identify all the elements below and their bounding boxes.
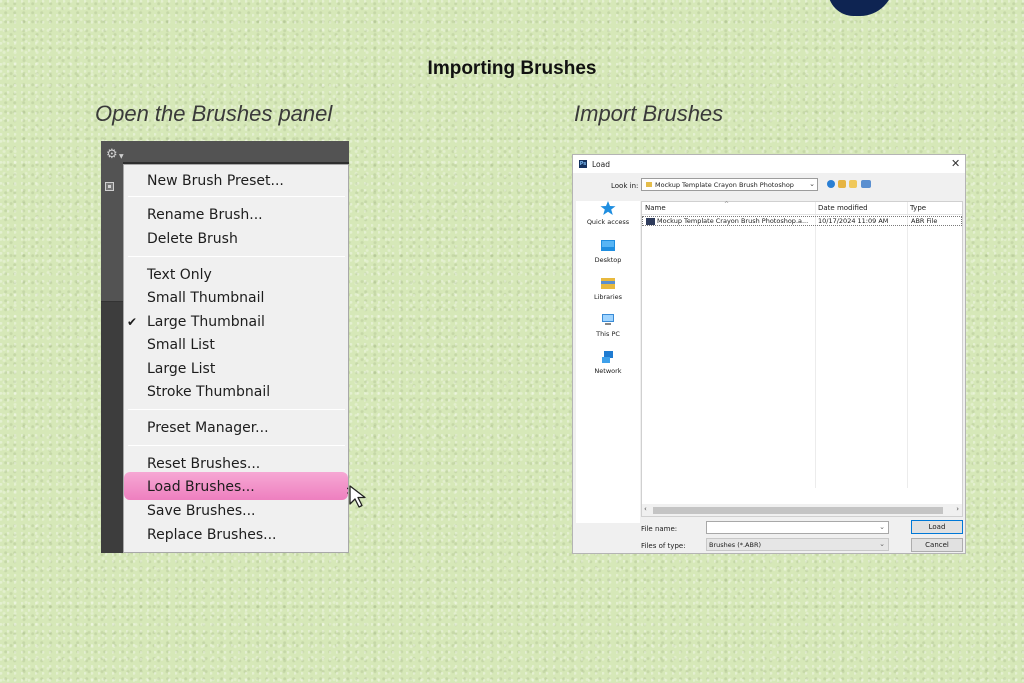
file-name-label: File name:	[641, 525, 678, 533]
column-divider	[907, 202, 908, 488]
file-date: 10/17/2024 11:09 AM	[818, 217, 889, 225]
up-folder-icon[interactable]	[838, 180, 846, 188]
cancel-button[interactable]: Cancel	[911, 538, 963, 552]
dialog-titlebar: Ps Load ✕	[573, 155, 965, 173]
menu-item-replace-brushes[interactable]: Replace Brushes...	[147, 524, 277, 546]
desktop-icon	[601, 240, 615, 251]
column-header-name[interactable]: Name	[645, 204, 666, 212]
dialog-body: Look in: Mockup Template Crayon Brush Ph…	[573, 173, 965, 553]
page-title: Importing Brushes	[427, 58, 597, 79]
column-header-type[interactable]: Type	[910, 204, 926, 212]
menu-item-reset-brushes[interactable]: Reset Brushes...	[147, 453, 260, 475]
menu-item-rename-brush[interactable]: Rename Brush...	[147, 204, 263, 226]
file-list[interactable]: ^ Name Date modified Type Mockup Templat…	[641, 201, 963, 517]
brushes-flyout-menu: New Brush Preset... Rename Brush... Dele…	[123, 164, 349, 553]
view-menu-icon[interactable]	[861, 180, 871, 188]
place-libraries[interactable]: Libraries	[576, 276, 640, 301]
look-in-label: Look in:	[611, 182, 639, 190]
step-title-open-brushes: Open the Brushes panel	[95, 101, 333, 126]
back-icon[interactable]	[827, 180, 835, 188]
sort-caret-icon: ^	[724, 201, 730, 208]
chevron-left-icon[interactable]: ‹	[644, 505, 647, 513]
chevron-down-icon: ⌄	[809, 180, 815, 188]
menu-item-text-only[interactable]: Text Only	[147, 264, 212, 286]
abr-file-icon	[646, 218, 655, 225]
files-of-type-select[interactable]: Brushes (*.ABR) ⌄	[706, 538, 889, 551]
computer-icon	[602, 314, 614, 325]
look-in-dropdown[interactable]: Mockup Template Crayon Brush Photoshop ⌄	[641, 178, 818, 191]
chevron-down-icon: ▼	[119, 153, 124, 160]
menu-separator	[128, 409, 345, 410]
horizontal-scrollbar[interactable]: ‹ ›	[642, 504, 962, 516]
look-in-value: Mockup Template Crayon Brush Photoshop	[655, 181, 794, 189]
checkmark-icon: ✔	[127, 315, 138, 329]
file-name: Mockup Template Crayon Brush Photoshop.a…	[657, 217, 809, 225]
files-of-type-label: Files of type:	[641, 542, 686, 550]
menu-item-small-list[interactable]: Small List	[147, 334, 215, 356]
step-title-import-brushes: Import Brushes	[574, 101, 724, 126]
place-desktop[interactable]: Desktop	[576, 239, 640, 264]
menu-item-new-brush-preset[interactable]: New Brush Preset...	[147, 170, 284, 192]
place-label: Desktop	[594, 256, 622, 264]
scrollbar-thumb[interactable]	[653, 507, 943, 514]
star-icon	[600, 201, 616, 215]
column-divider	[815, 202, 816, 488]
chevron-down-icon[interactable]: ⌄	[879, 523, 885, 531]
chevron-right-icon[interactable]: ›	[956, 505, 959, 513]
place-label: Libraries	[593, 293, 623, 301]
file-row[interactable]: Mockup Template Crayon Brush Photoshop.a…	[642, 216, 962, 226]
libraries-icon	[601, 278, 615, 289]
menu-item-large-thumbnail[interactable]: Large Thumbnail	[147, 311, 265, 333]
header-rule	[642, 214, 962, 215]
network-icon	[602, 351, 613, 363]
menu-item-stroke-thumbnail[interactable]: Stroke Thumbnail	[147, 381, 270, 403]
place-label: Network	[594, 367, 622, 375]
load-dialog: Ps Load ✕ Look in: Mockup Template Crayo…	[572, 154, 966, 554]
files-of-type-value: Brushes (*.ABR)	[709, 541, 762, 549]
dialog-toolbar	[827, 180, 885, 190]
menu-item-small-thumbnail[interactable]: Small Thumbnail	[147, 287, 264, 309]
menu-separator	[128, 256, 345, 257]
place-network[interactable]: Network	[576, 350, 640, 375]
close-icon[interactable]: ✕	[951, 157, 960, 170]
menu-separator	[128, 445, 345, 446]
file-type: ABR File	[911, 217, 938, 225]
place-quick-access[interactable]: Quick access	[576, 201, 640, 226]
new-preset-icon[interactable]	[105, 182, 114, 191]
place-label: This PC	[596, 330, 620, 338]
gear-icon[interactable]: ⚙	[106, 147, 118, 162]
column-header-date-modified[interactable]: Date modified	[818, 204, 868, 212]
menu-item-load-brushes[interactable]: Load Brushes...	[147, 476, 255, 498]
new-folder-icon[interactable]	[849, 180, 857, 188]
photoshop-app-icon: Ps	[579, 160, 587, 168]
menu-separator	[128, 196, 345, 197]
file-name-input[interactable]: ⌄	[706, 521, 889, 534]
mouse-cursor-icon	[347, 485, 366, 508]
ink-blot-decoration	[828, 0, 894, 16]
menu-item-delete-brush[interactable]: Delete Brush	[147, 228, 238, 250]
load-button[interactable]: Load	[911, 520, 963, 534]
menu-item-large-list[interactable]: Large List	[147, 358, 215, 380]
place-label: Quick access	[586, 218, 630, 226]
places-bar: Quick access Desktop Libraries This PC N…	[576, 201, 640, 523]
chevron-down-icon: ⌄	[879, 540, 885, 548]
folder-icon	[646, 182, 652, 187]
panel-side-strip	[101, 301, 123, 553]
menu-item-preset-manager[interactable]: Preset Manager...	[147, 417, 269, 439]
menu-item-save-brushes[interactable]: Save Brushes...	[147, 500, 255, 522]
place-this-pc[interactable]: This PC	[576, 313, 640, 338]
dialog-title: Load	[592, 160, 610, 169]
